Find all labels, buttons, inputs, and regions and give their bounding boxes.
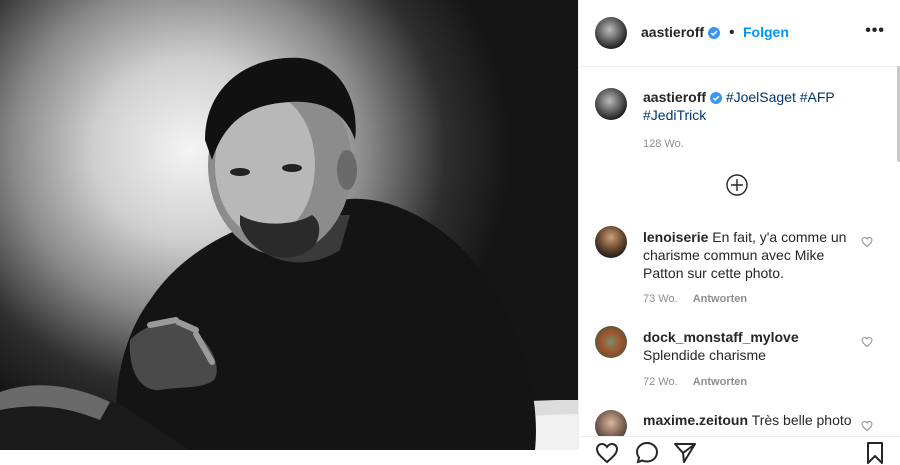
- author-username[interactable]: aastieroff: [641, 24, 704, 40]
- comment-username[interactable]: maxime.zeitoun: [643, 412, 748, 428]
- header-user-row: aastieroff • Folgen: [641, 24, 789, 42]
- verified-badge-icon: [709, 92, 722, 104]
- action-bar: [579, 436, 900, 464]
- comment-meta: 72 Wo. Antworten: [643, 376, 747, 388]
- comment-meta: 73 Wo. Antworten: [643, 293, 747, 305]
- like-comment-icon[interactable]: [861, 420, 873, 432]
- comment-item: dock_monstaff_mylove Splendide charisme: [643, 328, 853, 364]
- load-more-comments-icon[interactable]: [726, 174, 748, 196]
- caption-time[interactable]: 128 Wo.: [643, 138, 684, 150]
- comment-text: Très belle photo: [751, 412, 852, 428]
- portrait-image: [0, 57, 578, 450]
- comment-username[interactable]: lenoiserie: [643, 229, 708, 245]
- commenter-avatar[interactable]: [595, 226, 627, 258]
- separator-dot: •: [728, 24, 735, 41]
- heart-icon[interactable]: [595, 441, 619, 465]
- comment-text: Splendide charisme: [643, 347, 766, 363]
- reply-button[interactable]: Antworten: [693, 376, 747, 388]
- like-comment-icon[interactable]: [861, 336, 873, 348]
- comment-username[interactable]: dock_monstaff_mylove: [643, 329, 799, 345]
- caption: aastieroff #JoelSaget #AFP #JediTrick: [643, 88, 873, 124]
- caption-avatar[interactable]: [595, 88, 627, 120]
- reply-button[interactable]: Antworten: [693, 293, 747, 305]
- post-photo[interactable]: [0, 0, 578, 450]
- more-options-icon[interactable]: •••: [865, 22, 885, 40]
- comment-item: maxime.zeitoun Très belle photo: [643, 411, 853, 429]
- verified-badge-icon: [708, 27, 721, 39]
- comment-icon[interactable]: [635, 441, 659, 465]
- comment-item: lenoiserie En fait, y'a comme un charism…: [643, 228, 853, 282]
- author-avatar[interactable]: [595, 17, 627, 49]
- post-details-panel: aastieroff • Folgen ••• aastieroff #Joel…: [578, 0, 900, 464]
- save-icon[interactable]: [863, 441, 887, 465]
- follow-button[interactable]: Folgen: [743, 24, 789, 40]
- post-header: aastieroff • Folgen •••: [579, 0, 900, 67]
- comment-time[interactable]: 72 Wo.: [643, 376, 678, 388]
- commenter-avatar[interactable]: [595, 326, 627, 358]
- like-comment-icon[interactable]: [861, 236, 873, 248]
- comment-time[interactable]: 73 Wo.: [643, 293, 678, 305]
- caption-username[interactable]: aastieroff: [643, 89, 706, 105]
- share-icon[interactable]: [673, 441, 697, 465]
